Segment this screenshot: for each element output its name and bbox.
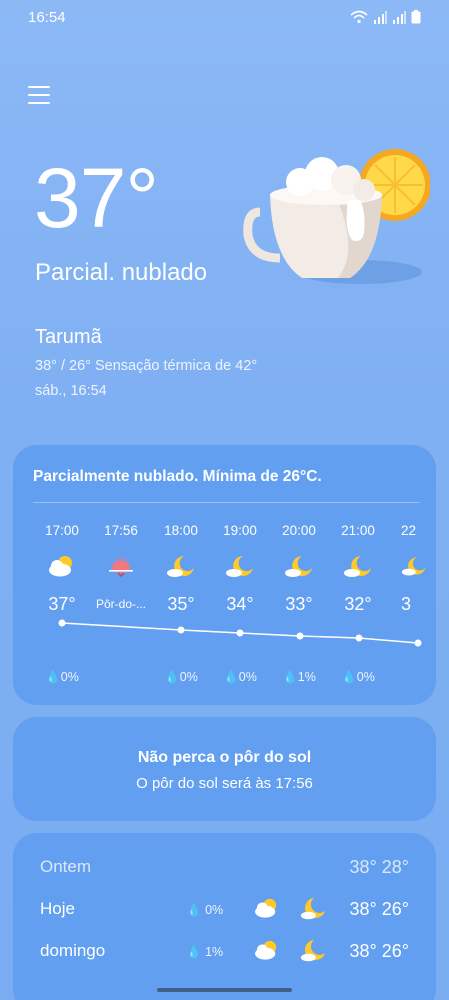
weather-illustration bbox=[243, 149, 430, 284]
battery-icon bbox=[411, 10, 421, 24]
day-rain: 💧 1% bbox=[186, 945, 224, 959]
status-time: 16:54 bbox=[28, 9, 66, 26]
partly-cloudy-icon bbox=[255, 940, 277, 960]
current-date: sáb., 16:54 bbox=[35, 383, 107, 399]
hour-rain: 💧0% bbox=[341, 670, 375, 684]
wifi-icon bbox=[350, 10, 368, 24]
day-temps: 38° 28° bbox=[349, 857, 409, 877]
day-name: domingo bbox=[40, 941, 106, 960]
home-indicator[interactable] bbox=[157, 988, 292, 992]
raindrop-icon: 💧 bbox=[164, 670, 180, 684]
moon-icon bbox=[300, 939, 326, 962]
status-bar: 16:54 bbox=[0, 0, 449, 36]
status-icons bbox=[350, 10, 421, 24]
day-name: Hoje bbox=[40, 899, 75, 918]
temperature-trend-line bbox=[58, 619, 422, 647]
day-temps: 38° 26° bbox=[349, 899, 409, 919]
location-name[interactable]: Tarumã bbox=[35, 326, 102, 349]
partly-cloudy-icon bbox=[255, 898, 277, 918]
day-temps: 38° 26° bbox=[349, 941, 409, 961]
raindrop-icon: 💧 bbox=[282, 670, 298, 684]
temperature-details: 38° / 26° Sensação térmica de 42° bbox=[35, 358, 258, 374]
sunset-title: Não perca o pôr do sol bbox=[137, 749, 312, 766]
day-name: Ontem bbox=[40, 857, 92, 876]
daily-row: Ontem 38° 28° bbox=[13, 853, 436, 883]
sunset-subtitle: O pôr do sol será às 17:56 bbox=[136, 775, 313, 792]
hour-rain: 💧0% bbox=[223, 670, 257, 684]
sunset-card[interactable]: Não perca o pôr do sol O pôr do sol será… bbox=[13, 717, 436, 821]
raindrop-icon: 💧 bbox=[45, 670, 61, 684]
daily-forecast-card[interactable]: Ontem 38° 28° Hoje 💧 0% 38° 26° domingo … bbox=[13, 833, 436, 1000]
current-temperature: 37° bbox=[34, 151, 159, 245]
signal-icon bbox=[374, 10, 387, 24]
moon-icon bbox=[300, 897, 326, 920]
menu-button[interactable] bbox=[28, 86, 50, 106]
hour-rain: 💧0% bbox=[164, 670, 198, 684]
daily-row: domingo 💧 1% 38° 26° bbox=[13, 937, 436, 967]
day-rain: 💧 0% bbox=[186, 903, 224, 917]
raindrop-icon: 💧 bbox=[341, 670, 357, 684]
current-condition: Parcial. nublado bbox=[35, 259, 208, 286]
hourly-forecast-card[interactable]: Parcialmente nublado. Mínima de 26°C. 17… bbox=[13, 445, 436, 705]
raindrop-icon: 💧 bbox=[186, 903, 202, 917]
daily-row: Hoje 💧 0% 38° 26° bbox=[13, 895, 436, 925]
hour-rain: 💧0% bbox=[45, 670, 79, 684]
hour-rain: 💧1% bbox=[282, 670, 316, 684]
signal-icon-2 bbox=[393, 10, 406, 24]
raindrop-icon: 💧 bbox=[223, 670, 239, 684]
raindrop-icon: 💧 bbox=[186, 945, 202, 959]
